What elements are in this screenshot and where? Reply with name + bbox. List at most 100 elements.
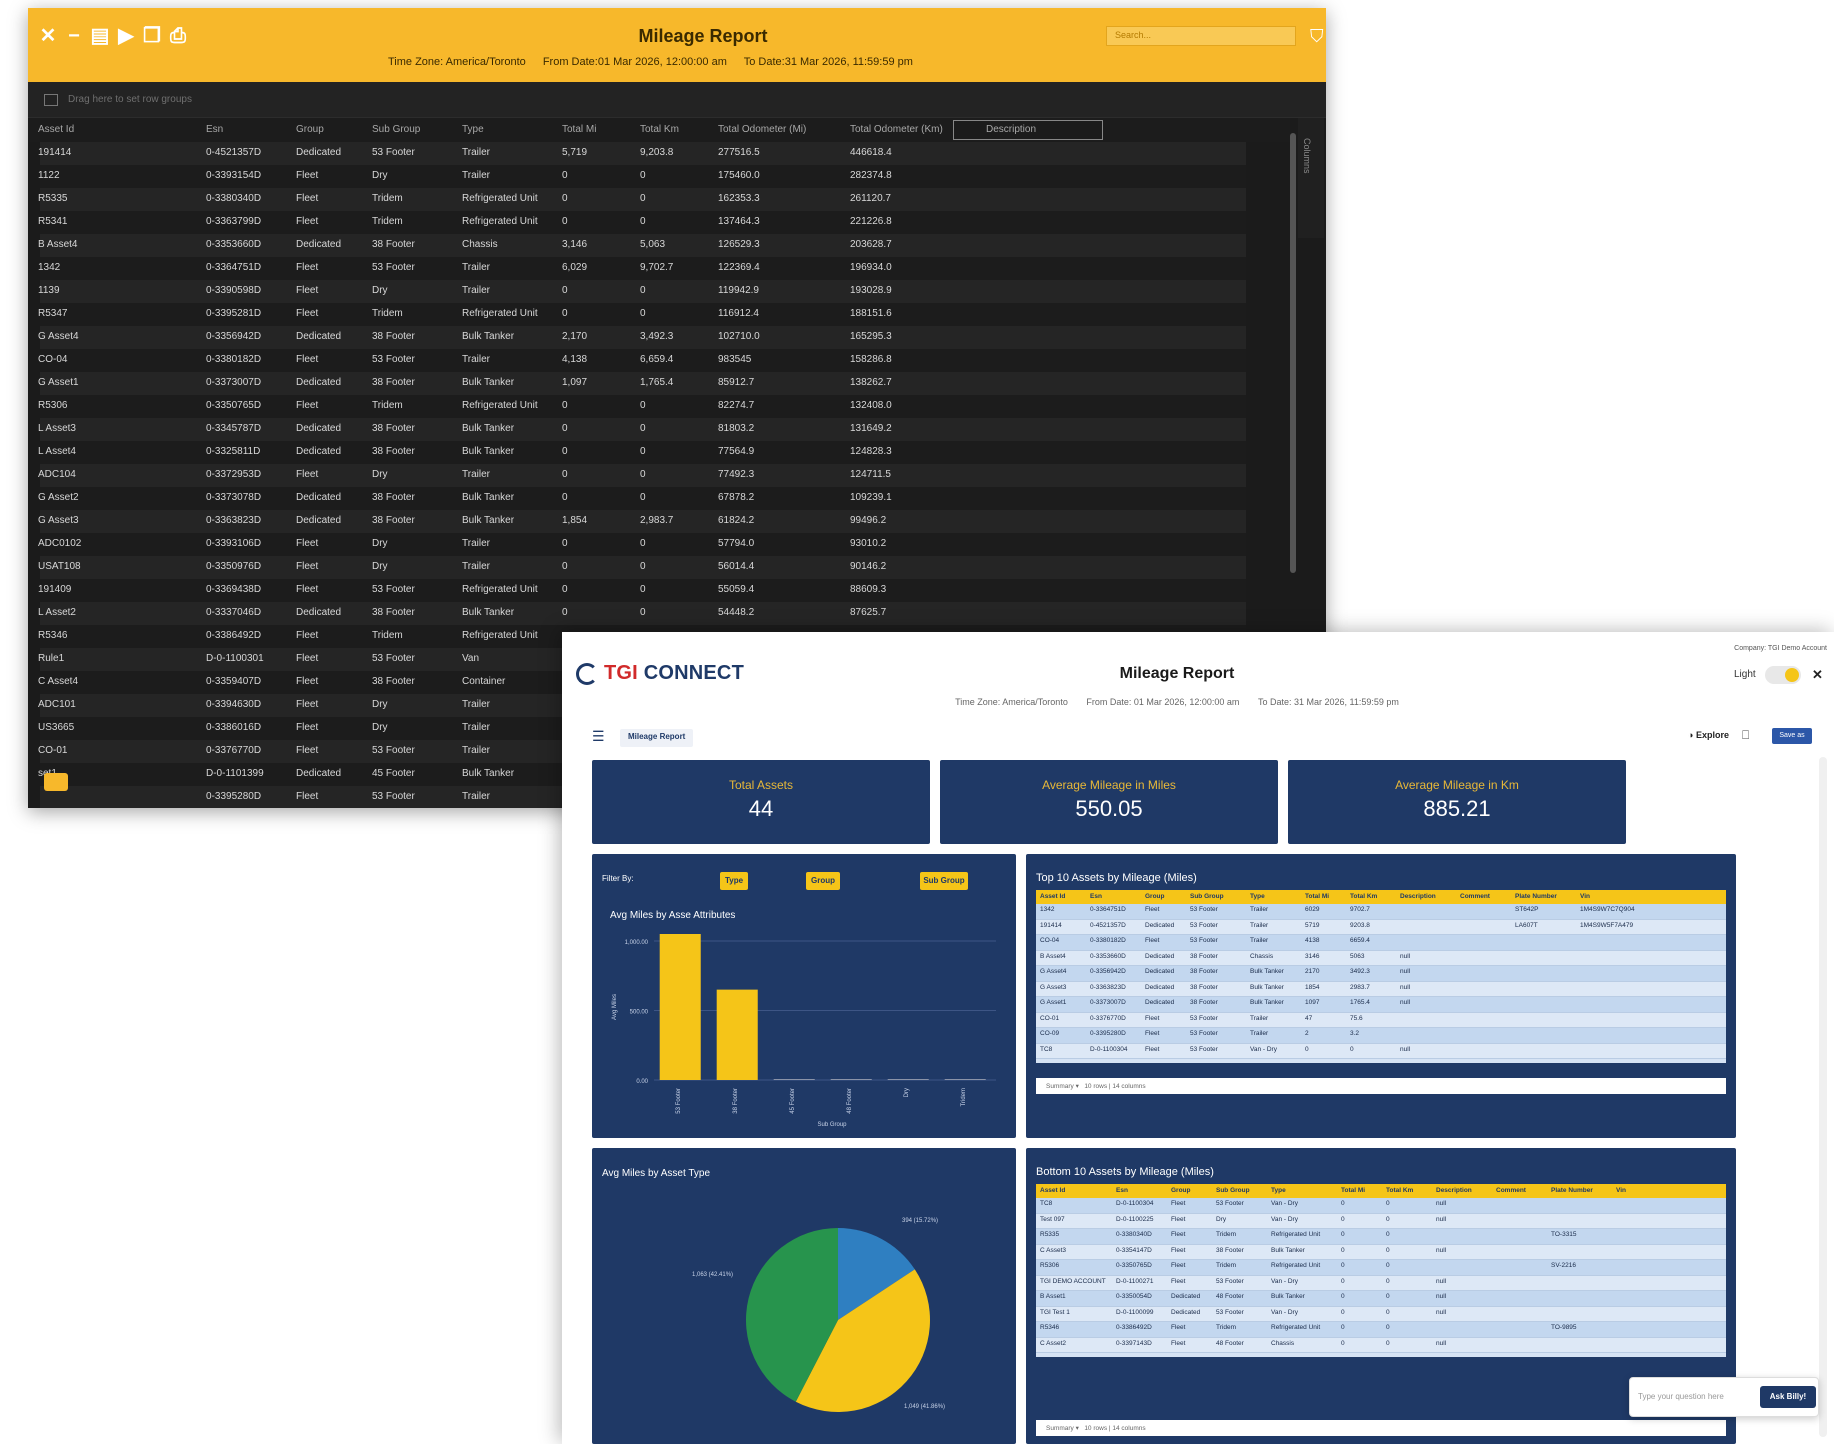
column-header[interactable]: Plate Number bbox=[1551, 1187, 1593, 1194]
column-header[interactable]: Group bbox=[1171, 1187, 1191, 1194]
table-row[interactable]: R5306 0-3350765D Fleet Tridem Refrigerated U… bbox=[38, 395, 1246, 418]
column-header[interactable]: Esn bbox=[1090, 893, 1102, 900]
column-header[interactable]: Vin bbox=[1580, 893, 1590, 900]
column-header[interactable]: Asset Id bbox=[38, 124, 74, 135]
minimize-icon[interactable]: − bbox=[64, 26, 84, 46]
column-header[interactable]: Type bbox=[1271, 1187, 1286, 1194]
table-row[interactable]: 1122 0-3393154D Fleet Dry Trailer 0 0 175460.0 2… bbox=[38, 165, 1246, 188]
export-file-icon[interactable]: ▤ bbox=[90, 26, 110, 46]
vertical-scrollbar[interactable] bbox=[1290, 133, 1296, 573]
column-header[interactable]: Total Mi bbox=[562, 124, 596, 135]
table-row[interactable]: 1342 0-3364751D Fleet 53 Footer Trailer 6029 9… bbox=[1036, 904, 1726, 920]
table-row[interactable]: G Asset1 0-3373007D Dedicated 38 Footer Bulk… bbox=[38, 372, 1246, 395]
column-header[interactable]: Plate Number bbox=[1515, 893, 1557, 900]
table-row[interactable]: G Asset4 0-3356942D Dedicated 38 Footer Bulk… bbox=[38, 326, 1246, 349]
summary-dropdown[interactable]: Summary bbox=[1046, 1425, 1074, 1432]
tab-mileage-report[interactable]: Mileage Report bbox=[620, 729, 694, 747]
table-row[interactable]: G Asset1 0-3373007D Dedicated 38 Footer Bulk… bbox=[1036, 997, 1726, 1013]
column-header[interactable]: Asset Id bbox=[1040, 893, 1065, 900]
column-header[interactable]: Description bbox=[1400, 893, 1436, 900]
column-header[interactable]: Total Odometer (Km) bbox=[850, 124, 943, 135]
table-row[interactable]: TC8 D-0-1100304 Fleet 53 Footer Van - Dry 0 0 n… bbox=[1036, 1043, 1726, 1059]
table-row[interactable]: L Asset3 0-3345787D Dedicated 38 Footer Bulk… bbox=[38, 418, 1246, 441]
table-row[interactable]: G Asset4 0-3356942D Dedicated 38 Footer Bulk… bbox=[1036, 966, 1726, 982]
column-header[interactable]: Vin bbox=[1616, 1187, 1626, 1194]
table-row[interactable]: C Asset2 0-3397143D Fleet 48 Footer Chassis 0… bbox=[1036, 1337, 1726, 1353]
table-row[interactable]: 1139 0-3390598D Fleet Dry Trailer 0 0 119942.9 1… bbox=[38, 280, 1246, 303]
table-row[interactable]: CO-04 0-3380182D Fleet 53 Footer Trailer 4138… bbox=[1036, 935, 1726, 951]
column-header[interactable]: Sub Group bbox=[372, 124, 420, 135]
bar[interactable] bbox=[830, 1079, 872, 1080]
table-row[interactable]: R5346 0-3386492D Fleet Tridem Refrigerated U… bbox=[1036, 1322, 1726, 1338]
table-row[interactable]: TGI DEMO ACCOUNT D-0-1100271 Fleet 53 Foote… bbox=[1036, 1275, 1726, 1291]
theme-toggle[interactable] bbox=[1765, 666, 1801, 684]
copy-icon[interactable]: ❐ bbox=[142, 26, 162, 46]
column-header[interactable]: Total Mi bbox=[1341, 1187, 1365, 1194]
search-input[interactable]: Search... bbox=[1106, 26, 1296, 46]
table-row[interactable]: G Asset2 0-3373078D Dedicated 38 Footer Bulk… bbox=[38, 487, 1246, 510]
chat-icon[interactable] bbox=[44, 773, 68, 791]
ask-question-input[interactable]: Type your question here bbox=[1638, 1392, 1724, 1401]
column-header[interactable]: Sub Group bbox=[1190, 893, 1224, 900]
column-header[interactable]: Total Odometer (Mi) bbox=[718, 124, 806, 135]
summary-dropdown[interactable]: Summary bbox=[1046, 1083, 1074, 1090]
close-icon[interactable]: ✕ bbox=[38, 26, 58, 46]
table-row[interactable]: 1342 0-3364751D Fleet 53 Footer Trailer 6,029… bbox=[38, 257, 1246, 280]
save-as-button[interactable]: Save as bbox=[1772, 728, 1812, 744]
table-row[interactable]: B Asset4 0-3353660D Dedicated 38 Footer Chas… bbox=[38, 234, 1246, 257]
table-row[interactable]: CO-04 0-3380182D Fleet 53 Footer Trailer 4,13… bbox=[38, 349, 1246, 372]
table-row[interactable]: 191414 0-4521357D Dedicated 53 Footer Traile… bbox=[1036, 919, 1726, 935]
column-header[interactable]: Esn bbox=[206, 124, 223, 135]
column-header[interactable]: Group bbox=[1145, 893, 1165, 900]
vertical-scrollbar[interactable] bbox=[1819, 757, 1827, 1437]
column-header[interactable]: Total Mi bbox=[1305, 893, 1329, 900]
row-group-bar[interactable]: Drag here to set row groups bbox=[28, 82, 1326, 118]
table-row[interactable]: 191409 0-3369438D Fleet 53 Footer Refrigerat… bbox=[38, 579, 1246, 602]
explore-button[interactable]: ◑ Explore bbox=[1688, 730, 1729, 740]
columns-tool-panel[interactable]: Columns bbox=[1298, 118, 1324, 238]
hamburger-menu-icon[interactable]: ☰ bbox=[592, 728, 605, 745]
column-header[interactable]: Total Km bbox=[1386, 1187, 1413, 1194]
column-header[interactable]: Sub Group bbox=[1216, 1187, 1250, 1194]
table-row[interactable]: B Asset4 0-3353660D Dedicated 38 Footer Chas… bbox=[1036, 950, 1726, 966]
bar[interactable] bbox=[716, 989, 758, 1080]
bar[interactable] bbox=[944, 1079, 986, 1080]
column-header[interactable]: Total Km bbox=[1350, 893, 1377, 900]
bookmark-icon[interactable]: ⎕ bbox=[1742, 728, 1749, 743]
column-header[interactable]: Group bbox=[296, 124, 324, 135]
table-row[interactable]: R5335 0-3380340D Fleet Tridem Refrigerated U… bbox=[38, 188, 1246, 211]
table-row[interactable]: R5306 0-3350765D Fleet Tridem Refrigerated U… bbox=[1036, 1260, 1726, 1276]
close-icon[interactable]: ✕ bbox=[1812, 667, 1823, 683]
export-icon[interactable]: ▶ bbox=[116, 26, 136, 46]
column-header[interactable]: Description bbox=[1436, 1187, 1472, 1194]
table-row[interactable]: R5341 0-3363799D Fleet Tridem Refrigerated U… bbox=[38, 211, 1246, 234]
bar[interactable] bbox=[659, 934, 701, 1080]
table-row[interactable]: G Asset3 0-3363823D Dedicated 38 Footer Bulk… bbox=[38, 510, 1246, 533]
table-row[interactable]: ADC104 0-3372953D Fleet Dry Trailer 0 0 77492.3… bbox=[38, 464, 1246, 487]
bar[interactable] bbox=[773, 1079, 815, 1080]
print-icon[interactable]: ⎙ bbox=[168, 26, 188, 46]
table-row[interactable]: 191414 0-4521357D Dedicated 53 Footer Traile… bbox=[38, 142, 1246, 165]
table-row[interactable]: C Asset3 0-3354147D Fleet 38 Footer Bulk Tan… bbox=[1036, 1244, 1726, 1260]
table-row[interactable]: CO-09 0-3395280D Fleet 53 Footer Trailer 2 3.2 bbox=[1036, 1028, 1726, 1044]
column-header[interactable]: Type bbox=[1250, 893, 1265, 900]
column-header[interactable]: Comment bbox=[1496, 1187, 1526, 1194]
ask-button[interactable]: Ask Billy! bbox=[1760, 1386, 1816, 1408]
table-row[interactable]: R5335 0-3380340D Fleet Tridem Refrigerated U… bbox=[1036, 1229, 1726, 1245]
bar[interactable] bbox=[887, 1079, 929, 1080]
column-header[interactable]: Esn bbox=[1116, 1187, 1128, 1194]
column-header[interactable]: Type bbox=[462, 124, 484, 135]
table-row[interactable]: USAT108 0-3350976D Fleet Dry Trailer 0 0 56014.… bbox=[38, 556, 1246, 579]
column-header[interactable]: Asset Id bbox=[1040, 1187, 1065, 1194]
table-row[interactable]: TGI Test 1 D-0-1100099 Dedicated 53 Footer V… bbox=[1036, 1306, 1726, 1322]
column-header[interactable]: Total Km bbox=[640, 124, 679, 135]
table-row[interactable]: Test 097 D-0-1100225 Fleet Dry Van - Dry 0 0 nu… bbox=[1036, 1213, 1726, 1229]
table-row[interactable]: G Asset3 0-3363823D Dedicated 38 Footer Bulk… bbox=[1036, 981, 1726, 997]
filter-icon[interactable]: ⛉ bbox=[1310, 26, 1324, 47]
column-header[interactable]: Comment bbox=[1460, 893, 1490, 900]
table-row[interactable]: TC8 D-0-1100304 Fleet 53 Footer Van - Dry 0 0 n… bbox=[1036, 1198, 1726, 1214]
table-row[interactable]: ADC0102 0-3393106D Fleet Dry Trailer 0 0 57794.… bbox=[38, 533, 1246, 556]
table-row[interactable]: L Asset4 0-3325811D Dedicated 38 Footer Bulk… bbox=[38, 441, 1246, 464]
table-row[interactable]: L Asset2 0-3337046D Dedicated 38 Footer Bulk… bbox=[38, 602, 1246, 625]
table-row[interactable]: R5347 0-3395281D Fleet Tridem Refrigerated U… bbox=[38, 303, 1246, 326]
